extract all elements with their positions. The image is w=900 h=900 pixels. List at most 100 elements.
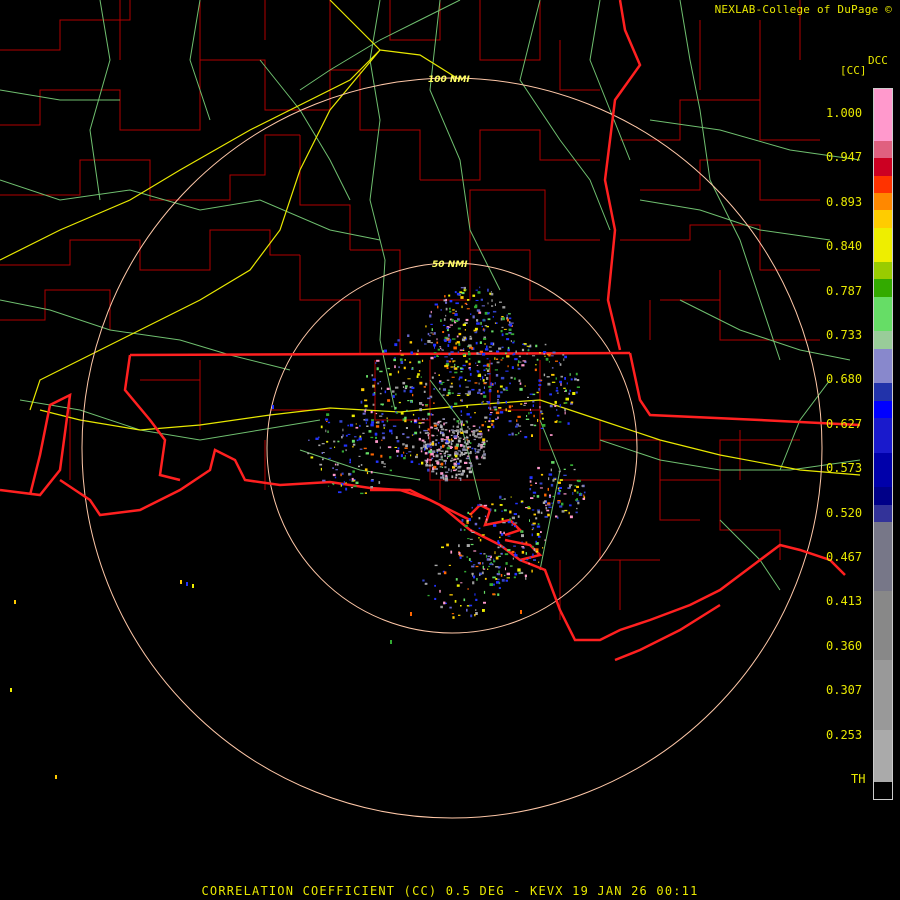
radar-echo: [450, 460, 453, 462]
radar-echo: [440, 605, 443, 609]
radar-echo: [497, 578, 500, 581]
radar-echo: [409, 341, 413, 344]
radar-echo: [511, 550, 515, 553]
radar-echo: [429, 335, 431, 337]
radar-echo: [440, 462, 444, 466]
radar-echo: [559, 479, 563, 481]
radar-echo: [495, 578, 498, 580]
radar-echo: [472, 294, 476, 297]
radar-echo: [366, 471, 369, 475]
radar-echo: [372, 378, 376, 381]
radar-echo: [481, 571, 484, 575]
radar-echo: [505, 562, 508, 565]
radar-echo: [518, 360, 520, 363]
radar-echo: [453, 346, 457, 350]
radar-echo: [483, 369, 486, 371]
radar-echo: [434, 584, 436, 587]
radar-echo: [518, 572, 521, 575]
radar-echo: [461, 338, 466, 342]
radar-echo: [458, 544, 460, 548]
radar-echo: [358, 437, 362, 441]
radar-echo: [470, 313, 472, 315]
radar-echo: [386, 387, 390, 390]
radar-echo: [475, 299, 479, 301]
radar-echo: [383, 463, 386, 465]
radar-echo: [460, 473, 464, 476]
radar-echo: [544, 539, 546, 542]
radar-echo: [384, 390, 387, 394]
radar-echo: [341, 450, 344, 453]
radar-echo: [364, 468, 368, 472]
radar-echo: [487, 373, 491, 375]
radar-echo: [568, 392, 571, 395]
radar-echo: [418, 463, 421, 465]
radar-echo: [555, 360, 558, 362]
radar-echo: [348, 472, 351, 476]
radar-echo: [454, 313, 458, 316]
radar-echo: [439, 453, 442, 455]
radar-echo: [469, 373, 472, 376]
radar-echo: [460, 399, 462, 402]
radar-echo: [569, 504, 572, 507]
radar-echo: [452, 312, 455, 314]
radar-echo: [471, 347, 474, 350]
radar-echo: [366, 375, 368, 378]
radar-echo: [476, 352, 479, 355]
radar-echo: [452, 431, 455, 434]
legend-color-swatch: [874, 417, 892, 453]
radar-echo: [513, 576, 516, 579]
radar-echo: [513, 377, 516, 380]
radar-echo: [457, 467, 460, 469]
legend-color-swatch: [874, 296, 892, 332]
radar-echo: [328, 485, 330, 487]
radar-echo: [366, 425, 369, 427]
radar-echo: [334, 446, 336, 448]
radar-echo: [498, 407, 502, 409]
radar-echo: [454, 454, 458, 458]
radar-echo: [507, 521, 511, 524]
radar-echo: [397, 447, 400, 450]
radar-echo: [546, 509, 550, 512]
radar-echo: [432, 455, 435, 458]
radar-echo: [430, 356, 434, 360]
radar-echo: [501, 552, 503, 555]
legend-color-swatch: [874, 348, 892, 384]
radar-echo: [453, 418, 456, 421]
radar-echo: [583, 491, 586, 494]
radar-echo: [508, 328, 512, 331]
radar-echo: [364, 404, 368, 408]
radar-echo: [483, 338, 487, 340]
radar-echo: [471, 447, 474, 450]
radar-echo: [343, 481, 345, 483]
radar-echo: [459, 291, 463, 294]
radar-echo: [541, 413, 544, 415]
radar-echo: [444, 455, 446, 457]
radar-echo: [464, 329, 466, 331]
radar-echo: [468, 452, 472, 455]
radar-echo: [518, 379, 521, 382]
radar-echo: [505, 400, 508, 404]
radar-echo: [446, 367, 449, 369]
radar-echo: [502, 306, 506, 309]
radar-echo: [491, 305, 494, 307]
radar-echo: [467, 440, 469, 444]
radar-echo: [478, 382, 480, 385]
radar-echo: [405, 427, 408, 429]
radar-echo: [483, 364, 487, 367]
radar-echo: [438, 374, 440, 376]
radar-echo: [379, 381, 381, 383]
radar-echo: [433, 424, 437, 427]
radar-echo: [410, 460, 414, 463]
radar-echo: [514, 522, 518, 524]
radar-echo: [576, 485, 579, 488]
radar-echo: [372, 393, 375, 396]
radar-echo: [465, 360, 468, 363]
radar-echo: [531, 545, 534, 548]
radar-echo: [559, 380, 562, 384]
radar-echo: [451, 392, 454, 394]
radar-echo: [456, 584, 460, 587]
radar-echo: [499, 495, 502, 499]
radar-echo: [444, 429, 448, 431]
radar-echo: [430, 413, 433, 416]
legend-label: 0.680: [826, 372, 863, 387]
